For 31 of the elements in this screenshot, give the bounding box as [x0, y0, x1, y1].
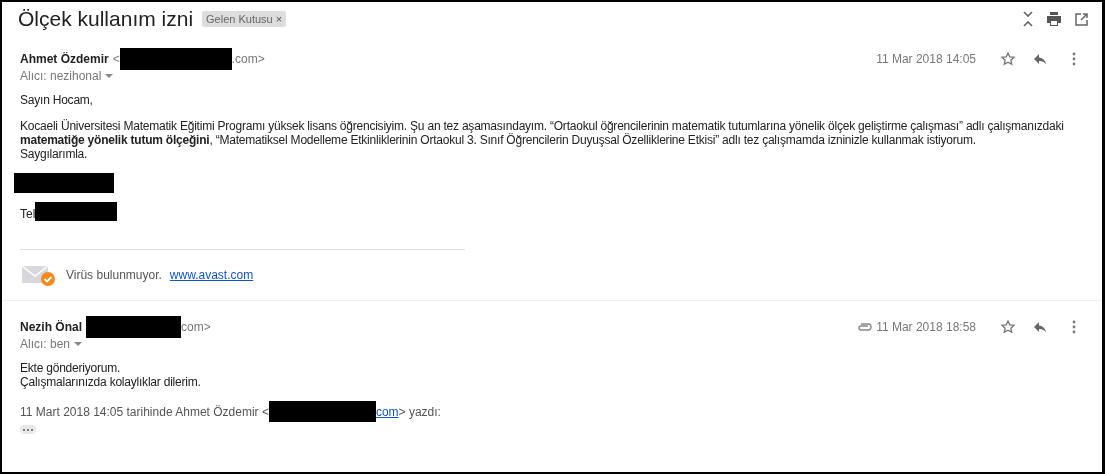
sender-address: .com> [231, 52, 265, 66]
collapse-icon[interactable] [1023, 11, 1033, 27]
sender-address: com> [181, 320, 211, 334]
dropdown-caret-icon[interactable] [74, 342, 83, 346]
new-window-icon[interactable] [1075, 12, 1088, 26]
message-paragraph: Kocaeli Üniversitesi Matematik Eğitimi Programı yüksek lisans öğrencisiyim. Şu an tez aşamasındayım. “Ortaokul öğrencilerinin matematik tutumlarına yönelik ölçek geliştirme çalışması” adlı çalışmanızdaki matematiğe yönelik tutum ölçeğini, “Matematiksel Modelleme Etkinliklerinin Ortaokul 3. Sınıf Öğrencilerin Duyuşsal Özelliklerine Etkisi” adlı tez çalışmamda izninizle kullanmak istiyorum. Saygılarımla. [20, 119, 1065, 161]
inbox-label[interactable]: Gelen Kutusu × [202, 11, 287, 27]
ellipsis-icon [23, 428, 33, 431]
recipient-label: Alıcı: ben [20, 337, 71, 351]
email-subject: Ölçek kullanım izni [18, 7, 194, 31]
quote-header-text: 11 Mart 2018 14:05 tarihinde Ahmet Özdemir < [20, 404, 269, 419]
message-date: 11 Mar 2018 18:58 [876, 320, 976, 334]
star-icon[interactable] [998, 49, 1018, 69]
address-bracket: < [112, 52, 120, 66]
recipient-label: Alıcı: nezihonal [20, 69, 102, 83]
mail-check-icon [20, 264, 58, 286]
dropdown-caret-icon[interactable] [105, 74, 114, 78]
sender-name: Nezih Önal [20, 320, 82, 334]
phone-label: Tel [20, 207, 36, 221]
remove-label-button[interactable]: × [275, 13, 283, 25]
print-icon[interactable] [1047, 12, 1061, 26]
avast-link[interactable]: www.avast.com [169, 268, 254, 282]
star-icon[interactable] [998, 317, 1018, 337]
message-paragraph: Sayın Hocam, [20, 93, 94, 107]
sender-name: Ahmet Özdemir [20, 52, 109, 66]
message-date: 11 Mar 2018 14:05 [876, 52, 976, 66]
email-link[interactable]: com [375, 404, 399, 419]
message-paragraph: Ekte gönderiyorum. Çalışmalarınızda kolaylıklar dilerim. [20, 361, 202, 389]
quote-header-suffix: > yazdı: [398, 404, 441, 419]
virus-status-text: Virüs bulunmuyor. [66, 268, 162, 282]
show-trimmed-button[interactable] [20, 425, 36, 434]
